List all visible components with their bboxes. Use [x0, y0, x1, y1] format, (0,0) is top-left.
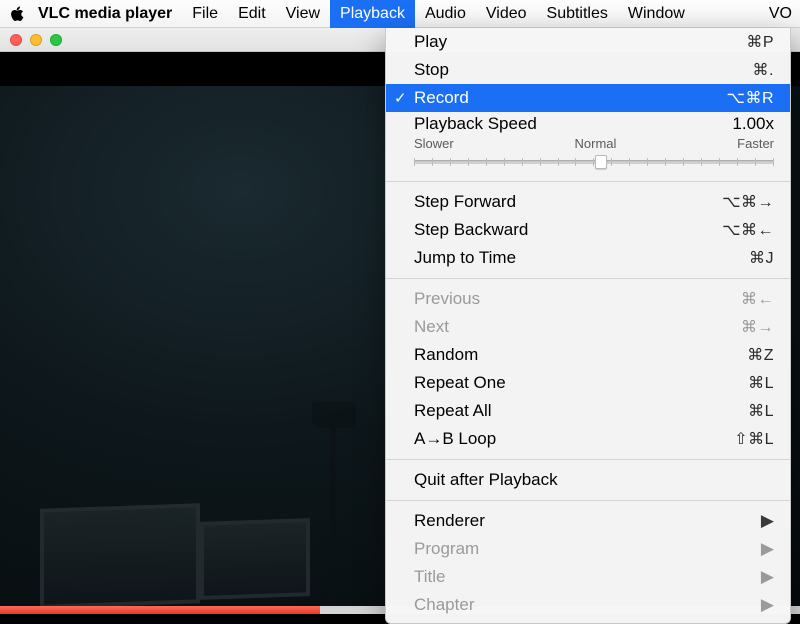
minimize-window-button[interactable]	[30, 34, 42, 46]
menu-item-chapter: Chapter ▶	[386, 591, 790, 619]
menu-item-shortcut: ⌘P	[746, 32, 774, 52]
menu-playback[interactable]: Playback	[330, 0, 415, 28]
menu-file[interactable]: File	[182, 0, 228, 28]
scene-decoration	[312, 402, 356, 428]
playback-progress-fill	[0, 606, 320, 614]
playback-speed-slider[interactable]	[414, 155, 774, 167]
submenu-arrow-icon: ▶	[761, 539, 774, 559]
menu-item-label: A→B Loop	[414, 429, 734, 449]
menu-item-next: Next ⌘→	[386, 313, 790, 341]
playback-menu: Play ⌘P Stop ⌘. ✓ Record ⌥⌘R Playback Sp…	[385, 28, 791, 624]
menu-item-label: Record	[414, 88, 727, 108]
menu-item-shortcut: ⌘L	[748, 373, 774, 393]
menu-item-label: Renderer	[414, 511, 761, 531]
menu-item-shortcut: ⌘→	[741, 317, 774, 337]
menu-separator	[386, 459, 790, 460]
menu-audio[interactable]: Audio	[415, 0, 476, 28]
menu-item-label: Random	[414, 345, 747, 365]
menu-window[interactable]: Window	[618, 0, 695, 28]
menu-item-label: Repeat One	[414, 373, 748, 393]
apple-menu-icon[interactable]	[6, 6, 28, 22]
menu-item-play[interactable]: Play ⌘P	[386, 28, 790, 56]
submenu-arrow-icon: ▶	[761, 595, 774, 615]
app-name[interactable]: VLC media player	[28, 5, 182, 23]
menu-video[interactable]: Video	[476, 0, 537, 28]
menu-item-step-forward[interactable]: Step Forward ⌥⌘→	[386, 188, 790, 216]
menu-item-renderer[interactable]: Renderer ▶	[386, 507, 790, 535]
menu-item-ab-loop[interactable]: A→B Loop ⇧⌘L	[386, 425, 790, 453]
menu-item-repeat-one[interactable]: Repeat One ⌘L	[386, 369, 790, 397]
menu-separator	[386, 278, 790, 279]
menu-item-shortcut: ⌥⌘→	[722, 192, 774, 212]
menu-item-shortcut: ⌘Z	[747, 345, 774, 365]
submenu-arrow-icon: ▶	[761, 567, 774, 587]
close-window-button[interactable]	[10, 34, 22, 46]
menu-item-label: Step Backward	[414, 220, 722, 240]
menu-item-record[interactable]: ✓ Record ⌥⌘R	[386, 84, 790, 112]
menu-item-shortcut: ⌘.	[753, 60, 774, 80]
menu-separator	[386, 500, 790, 501]
checkmark-icon: ✓	[394, 89, 407, 107]
menu-item-label: Repeat All	[414, 401, 748, 421]
menu-separator	[386, 181, 790, 182]
menu-subtitles[interactable]: Subtitles	[537, 0, 618, 28]
speed-label-normal: Normal	[575, 136, 617, 151]
macos-menubar: VLC media player File Edit View Playback…	[0, 0, 800, 28]
menu-item-shortcut: ⌥⌘R	[727, 88, 775, 108]
menu-item-shortcut: ⌘←	[741, 289, 774, 309]
menu-item-label: Program	[414, 539, 761, 559]
menu-item-label: Title	[414, 567, 761, 587]
menu-item-shortcut: ⌥⌘←	[722, 220, 774, 240]
menu-item-shortcut: ⌘J	[749, 248, 774, 268]
scene-decoration	[200, 518, 310, 600]
playback-speed-title: Playback Speed	[414, 114, 732, 134]
menu-item-label: Next	[414, 317, 741, 337]
playback-speed-section: Playback Speed 1.00x Slower Normal Faste…	[386, 112, 790, 175]
menu-view[interactable]: View	[276, 0, 330, 28]
speed-label-slower: Slower	[414, 136, 454, 151]
menu-item-program: Program ▶	[386, 535, 790, 563]
menu-item-title: Title ▶	[386, 563, 790, 591]
speed-label-faster: Faster	[737, 136, 774, 151]
menu-item-label: Play	[414, 32, 746, 52]
menu-edit[interactable]: Edit	[228, 0, 276, 28]
slider-knob[interactable]	[595, 155, 607, 169]
menu-item-shortcut: ⇧⌘L	[734, 429, 774, 449]
menu-item-random[interactable]: Random ⌘Z	[386, 341, 790, 369]
submenu-arrow-icon: ▶	[761, 511, 774, 531]
menu-item-label: Previous	[414, 289, 741, 309]
slider-ticks	[414, 158, 774, 166]
menu-item-previous: Previous ⌘←	[386, 285, 790, 313]
menu-item-step-backward[interactable]: Step Backward ⌥⌘←	[386, 216, 790, 244]
menu-item-shortcut: ⌘L	[748, 401, 774, 421]
menu-truncated: VO	[769, 5, 794, 23]
zoom-window-button[interactable]	[50, 34, 62, 46]
scene-decoration	[330, 426, 336, 606]
scene-decoration	[40, 503, 200, 609]
menu-item-quit-after-playback[interactable]: Quit after Playback	[386, 466, 790, 494]
menu-item-repeat-all[interactable]: Repeat All ⌘L	[386, 397, 790, 425]
menu-item-label: Quit after Playback	[414, 470, 774, 490]
menu-item-label: Jump to Time	[414, 248, 749, 268]
menu-item-label: Step Forward	[414, 192, 722, 212]
menu-item-label: Chapter	[414, 595, 761, 615]
menu-item-stop[interactable]: Stop ⌘.	[386, 56, 790, 84]
playback-speed-value: 1.00x	[732, 114, 774, 134]
menu-item-label: Stop	[414, 60, 753, 80]
menu-item-jump-to-time[interactable]: Jump to Time ⌘J	[386, 244, 790, 272]
